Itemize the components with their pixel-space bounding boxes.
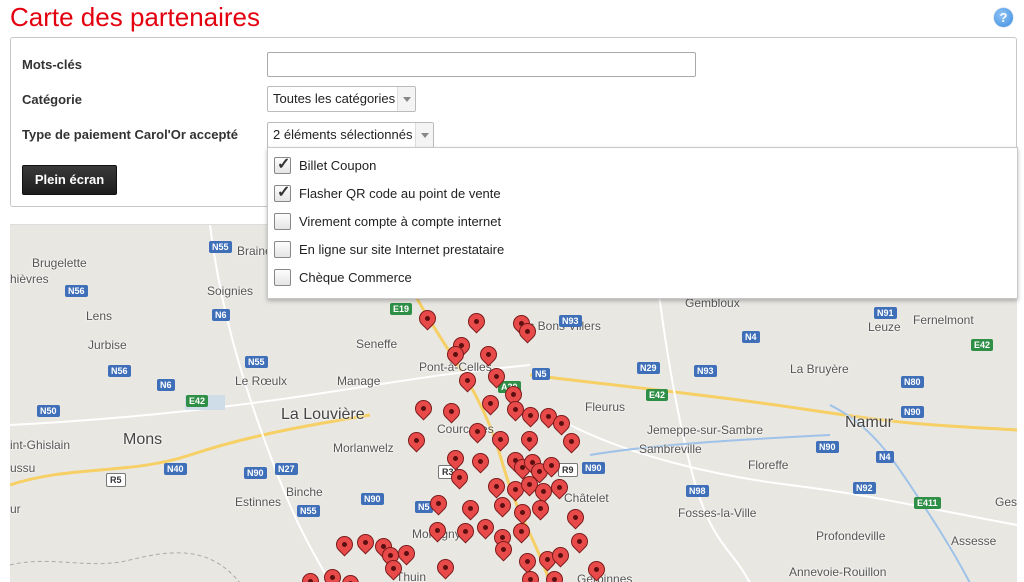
road-shield: N91 (874, 307, 897, 319)
help-icon[interactable]: ? (994, 8, 1013, 27)
road-shield: N50 (37, 405, 60, 417)
map-town: Mons (123, 431, 163, 448)
map-town: Manage (337, 374, 381, 388)
checkbox[interactable]: ✓ (274, 184, 291, 202)
map-town: ussu (10, 461, 36, 475)
payment-option-label: Flasher QR code au point de vente (299, 186, 501, 201)
map-town: La Louvière (281, 406, 365, 423)
road-shield: E411 (914, 497, 941, 509)
road-shield: N90 (582, 462, 605, 474)
road-shield: R9 (558, 463, 578, 477)
map-town: Châtelet (564, 491, 609, 505)
map-town: Fleurus (585, 400, 626, 414)
road-shield: E19 (390, 303, 413, 315)
road-shield: N90 (244, 467, 267, 479)
payment-type-select-value: 2 éléments sélectionnés (273, 127, 413, 142)
chevron-down-icon (415, 123, 433, 147)
map-town: Lens (86, 309, 113, 323)
road-shield: E42 (646, 389, 669, 401)
map-town: Fernelmont (913, 313, 974, 327)
road-shield: N55 (245, 356, 268, 368)
check-icon: ✓ (277, 156, 291, 173)
page-title: Carte des partenaires (10, 2, 261, 32)
chevron-down-icon (397, 87, 415, 111)
road-shield: N55 (209, 241, 232, 253)
map-town: hièvres (10, 272, 49, 286)
map-town: Le Rœulx (235, 374, 288, 388)
map-town: Gerpinnes (577, 572, 633, 582)
payment-option-label: Virement compte à compte internet (299, 214, 502, 229)
map-town: Soignies (207, 284, 254, 298)
map-town: Jemeppe-sur-Sambre (647, 423, 764, 437)
road-shield: E42 (186, 395, 209, 407)
road-shield: N27 (275, 463, 298, 475)
road-shield: N6 (212, 309, 230, 321)
map-town: Jurbise (88, 338, 127, 352)
road-shield: N80 (901, 376, 924, 388)
road-shield: N93 (559, 315, 582, 327)
road-shield: N92 (853, 482, 876, 494)
road-shield: N90 (361, 493, 384, 505)
checkbox[interactable]: ✓ (274, 156, 291, 174)
map-town: ur (10, 502, 21, 516)
road-shield: E42 (971, 339, 994, 351)
road-shield: R5 (106, 473, 126, 487)
checkbox[interactable] (274, 269, 291, 286)
road-shield: N4 (876, 451, 894, 463)
category-label: Catégorie (22, 92, 82, 107)
checkbox[interactable] (274, 241, 291, 258)
map-town: Annevoie-Rouillon (789, 565, 887, 579)
road-shield: N6 (157, 379, 175, 391)
road-shield: N90 (901, 406, 924, 418)
road-shield: N40 (164, 463, 187, 475)
map-town: Seneffe (356, 337, 398, 351)
payment-option-label: Billet Coupon (299, 158, 377, 173)
road-shield: N55 (297, 505, 320, 517)
road-shield: N56 (65, 285, 88, 297)
map-town: Sambreville (639, 442, 702, 456)
map-town: Morlanwelz (333, 441, 394, 455)
payment-option-label: Chèque Commerce (299, 270, 412, 285)
map-town: int-Ghislain (10, 438, 71, 452)
keywords-input[interactable] (267, 52, 696, 77)
category-select[interactable]: Toutes les catégories (267, 86, 416, 112)
map-town: La Bruyère (790, 362, 849, 376)
payment-option-label: En ligne sur site Internet prestataire (299, 242, 505, 257)
map-town: Estinnes (235, 495, 282, 509)
map-town: Floreffe (748, 458, 789, 472)
road-shield: N56 (108, 365, 131, 377)
map-town: Binche (286, 485, 323, 499)
road-shield: N93 (694, 365, 717, 377)
check-icon: ✓ (277, 184, 291, 201)
map-town: Assesse (951, 534, 997, 548)
road-shield: N98 (686, 485, 709, 497)
road-shield: N29 (637, 362, 660, 374)
payment-type-dropdown: ✓ Billet Coupon ✓ Flasher QR code au poi… (267, 147, 1018, 299)
map-town: Fosses-la-Ville (678, 506, 757, 520)
road-shield: N90 (816, 441, 839, 453)
fullscreen-button[interactable]: Plein écran (22, 165, 117, 195)
map-town: Leuze (868, 320, 901, 334)
payment-type-label: Type de paiement Carol'Or accepté (22, 127, 238, 142)
road-shield: N4 (742, 331, 760, 343)
map-town: Namur (845, 414, 894, 431)
map-town: Ges (995, 495, 1017, 509)
road-shield: N5 (532, 368, 550, 380)
keywords-label: Mots-clés (22, 57, 82, 72)
payment-type-select[interactable]: 2 éléments sélectionnés (267, 122, 434, 148)
map-town: Profondeville (816, 529, 886, 543)
checkbox[interactable] (274, 213, 291, 230)
category-select-value: Toutes les catégories (273, 91, 396, 106)
map-town: Brugelette (32, 256, 87, 270)
